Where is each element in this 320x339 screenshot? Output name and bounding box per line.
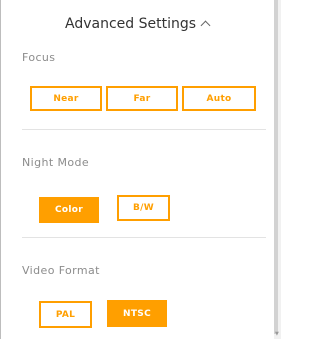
scrollbar-thumb[interactable] [274, 0, 278, 334]
chevron-up-icon[interactable] [200, 20, 211, 31]
focus-auto-button[interactable]: Auto [182, 86, 256, 111]
night-mode-color-button[interactable]: Color [39, 197, 99, 223]
section-divider [22, 237, 266, 238]
panel-title: Advanced Settings [64, 16, 197, 32]
focus-far-button[interactable]: Far [106, 86, 178, 111]
scroll-down-arrow-icon[interactable]: ▼ [275, 332, 279, 337]
panel-left-border [0, 0, 1, 339]
focus-label: Focus [22, 51, 56, 64]
video-format-label: Video Format [22, 264, 100, 277]
focus-near-button[interactable]: Near [30, 86, 102, 111]
section-divider [22, 129, 266, 130]
vertical-scrollbar[interactable]: ▼ [274, 0, 281, 339]
night-mode-bw-button[interactable]: B/W [117, 195, 170, 221]
night-mode-label: Night Mode [22, 156, 90, 169]
advanced-settings-header[interactable]: Advanced Settings [0, 14, 274, 34]
video-format-pal-button[interactable]: PAL [39, 301, 92, 328]
video-format-ntsc-button[interactable]: NTSC [107, 300, 167, 327]
